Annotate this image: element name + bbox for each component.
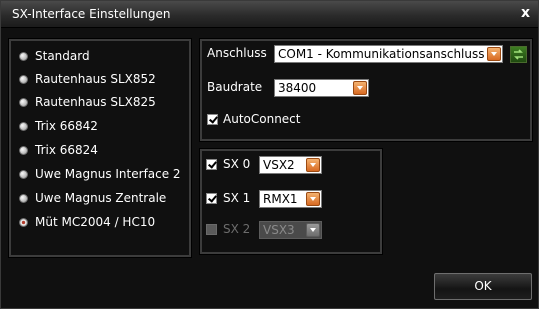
radio-interface-3[interactable]: Trix 66842 <box>19 117 98 135</box>
sx2-label: SX 2 <box>223 222 251 236</box>
chevron-down-icon[interactable] <box>306 158 320 172</box>
sx0-checkbox[interactable] <box>206 159 217 170</box>
baud-select[interactable]: 38400 <box>274 79 369 97</box>
radio-interface-5[interactable]: Uwe Magnus Interface 2 <box>19 165 181 183</box>
port-select-value: COM1 - Kommunikationsanschluss ( <box>278 47 493 61</box>
sx2-select[interactable]: VSX3 <box>259 221 322 239</box>
radio-button[interactable] <box>19 169 28 179</box>
radio-button[interactable] <box>19 97 28 107</box>
radio-button[interactable] <box>19 121 28 131</box>
chevron-down-icon[interactable] <box>353 81 367 95</box>
sx0-select[interactable]: VSX2 <box>259 156 322 174</box>
radio-button[interactable] <box>19 51 28 61</box>
radio-interface-0[interactable]: Standard <box>19 47 90 65</box>
radio-label: Uwe Magnus Zentrale <box>35 191 167 205</box>
sx1-checkbox[interactable] <box>206 193 217 204</box>
settings-dialog: SX-Interface Einstellungen x Standard Ra… <box>0 0 539 309</box>
radio-interface-4[interactable]: Trix 66824 <box>19 141 98 159</box>
autoconnect-checkbox[interactable] <box>207 114 218 125</box>
refresh-button[interactable] <box>510 46 527 63</box>
sx2-checkbox[interactable] <box>206 224 217 235</box>
radio-label: Trix 66842 <box>35 119 98 133</box>
port-label: Anschluss <box>207 46 267 60</box>
radio-button[interactable] <box>19 145 28 155</box>
ok-button[interactable]: OK <box>434 273 532 300</box>
radio-interface-7[interactable]: Müt MC2004 / HC10 <box>19 213 155 231</box>
radio-label: Uwe Magnus Interface 2 <box>35 167 181 181</box>
chevron-down-icon[interactable] <box>487 47 501 61</box>
autoconnect-label: AutoConnect <box>223 112 301 126</box>
radio-button[interactable] <box>19 193 28 203</box>
sx1-select[interactable]: RMX1 <box>259 190 322 208</box>
sx0-label: SX 0 <box>223 157 251 171</box>
chevron-down-icon[interactable] <box>306 192 320 206</box>
radio-interface-2[interactable]: Rautenhaus SLX825 <box>19 93 156 111</box>
refresh-icon <box>514 49 523 60</box>
close-icon[interactable]: x <box>521 5 530 21</box>
window-title: SX-Interface Einstellungen <box>12 7 171 21</box>
radio-label: Müt MC2004 / HC10 <box>35 215 156 229</box>
radio-label: Trix 66824 <box>35 143 98 157</box>
radio-label: Rautenhaus SLX825 <box>35 95 156 109</box>
radio-label: Rautenhaus SLX852 <box>35 72 156 86</box>
radio-label: Standard <box>35 49 90 63</box>
interface-list-panel: Standard Rautenhaus SLX852 Rautenhaus SL… <box>8 38 192 258</box>
radio-button[interactable] <box>19 74 28 84</box>
port-select[interactable]: COM1 - Kommunikationsanschluss ( <box>274 45 503 63</box>
chevron-down-icon[interactable] <box>306 223 320 237</box>
sx1-label: SX 1 <box>223 191 251 205</box>
radio-interface-1[interactable]: Rautenhaus SLX852 <box>19 70 156 88</box>
radio-interface-6[interactable]: Uwe Magnus Zentrale <box>19 189 166 207</box>
title-bar[interactable]: SX-Interface Einstellungen x <box>1 1 538 28</box>
baud-label: Baudrate <box>207 80 263 94</box>
radio-button-selected[interactable] <box>19 217 28 227</box>
